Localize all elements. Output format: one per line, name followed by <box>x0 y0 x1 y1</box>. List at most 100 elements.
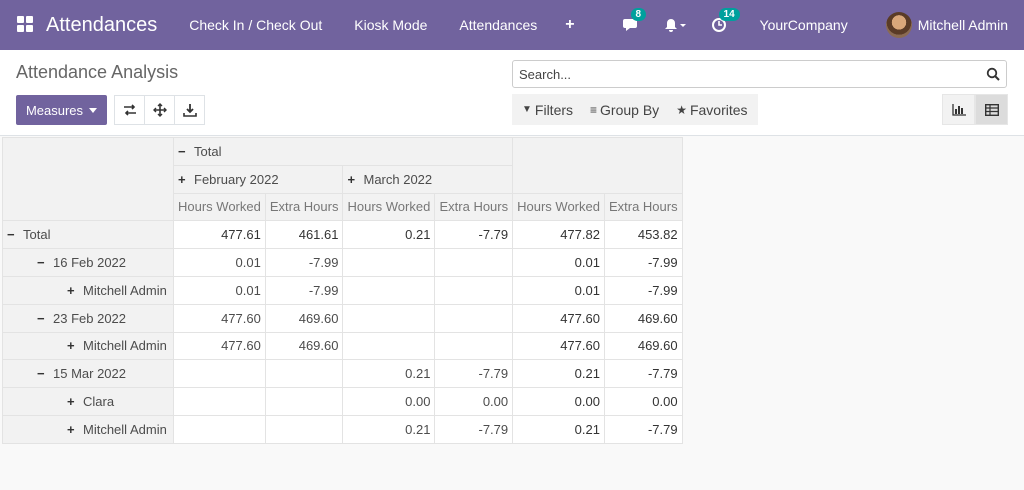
table-cell[interactable]: 477.60 <box>512 331 605 361</box>
table-cell[interactable]: 477.82 <box>512 220 605 250</box>
row-header[interactable]: + Clara <box>2 387 174 416</box>
table-row: + Mitchell Admin 0.21 -7.79 0.21 -7.79 <box>2 414 683 444</box>
col-header-feb-label: February 2022 <box>194 171 279 187</box>
measure-header[interactable]: Hours Worked <box>342 192 436 222</box>
measures-button[interactable]: Measures <box>16 95 107 125</box>
table-cell[interactable]: -7.99 <box>264 275 344 305</box>
menu-check-in-out[interactable]: Check In / Check Out <box>189 17 322 33</box>
table-cell[interactable]: 0.01 <box>512 248 605 277</box>
table-cell[interactable]: 0.21 <box>342 414 436 444</box>
col-header-feb[interactable]: + February 2022 <box>172 164 344 194</box>
row-header[interactable]: − Total <box>2 220 174 250</box>
measure-header[interactable]: Hours Worked <box>173 192 266 222</box>
apps-menu-icon[interactable] <box>0 0 46 50</box>
table-row: + Mitchell Admin 477.60 469.60 477.60 469.60 <box>2 331 683 361</box>
table-cell[interactable]: 477.60 <box>173 303 266 333</box>
table-cell[interactable] <box>342 248 436 277</box>
table-cell[interactable]: 0.01 <box>512 275 605 305</box>
table-cell[interactable] <box>173 414 266 444</box>
table-cell[interactable]: 477.61 <box>173 220 266 250</box>
table-cell[interactable]: 469.60 <box>603 331 683 361</box>
table-cell[interactable]: -7.79 <box>434 220 514 250</box>
table-cell[interactable]: -7.79 <box>603 414 683 444</box>
table-cell[interactable]: 0.00 <box>342 387 436 416</box>
table-cell[interactable]: 0.00 <box>512 387 605 416</box>
row-header-label: 15 Mar 2022 <box>53 366 126 382</box>
col-header-mar[interactable]: + March 2022 <box>342 164 514 194</box>
plus-icon[interactable]: + <box>565 16 574 34</box>
row-header[interactable]: −16 Feb 2022 <box>2 248 174 277</box>
table-cell[interactable] <box>173 387 266 416</box>
table-cell[interactable] <box>264 387 344 416</box>
table-cell[interactable]: 469.60 <box>603 303 683 333</box>
table-cell[interactable] <box>434 248 514 277</box>
measure-header[interactable]: Hours Worked <box>512 192 605 222</box>
table-cell[interactable]: -7.79 <box>434 359 514 389</box>
messages-badge: 8 <box>630 8 647 21</box>
table-cell[interactable]: 469.60 <box>264 331 344 361</box>
row-header[interactable]: + Mitchell Admin <box>2 331 174 361</box>
pivot-table: − Total + February 2022 + March 2022 Hours … <box>2 136 683 444</box>
messages-icon[interactable]: 8 <box>620 8 647 36</box>
filters-dropdown[interactable]: ▼ Filters <box>522 102 573 118</box>
table-cell[interactable]: 477.60 <box>173 331 266 361</box>
table-cell[interactable]: 477.60 <box>512 303 605 333</box>
download-button[interactable] <box>174 95 205 125</box>
col-header-total[interactable]: − Total <box>172 137 514 166</box>
bar-chart-icon <box>951 103 966 116</box>
avatar[interactable] <box>885 12 912 38</box>
table-cell[interactable]: -7.99 <box>603 275 683 305</box>
table-cell[interactable] <box>342 303 436 333</box>
favorites-label: Favorites <box>689 101 748 118</box>
table-cell[interactable]: 0.21 <box>342 359 436 389</box>
table-cell[interactable]: 453.82 <box>603 220 683 250</box>
expand-all-button[interactable] <box>144 95 175 125</box>
table-cell[interactable] <box>342 275 436 305</box>
table-cell[interactable]: 0.01 <box>173 275 266 305</box>
table-cell[interactable] <box>434 331 514 361</box>
row-header[interactable]: −23 Feb 2022 <box>2 303 174 333</box>
app-title[interactable]: Attendances <box>46 14 157 37</box>
menu-attendances[interactable]: Attendances <box>459 17 537 33</box>
graph-view-button[interactable] <box>942 94 975 125</box>
favorites-dropdown[interactable]: ★ Favorites <box>676 102 747 118</box>
pivot-view-button[interactable] <box>975 94 1008 125</box>
flip-axis-button[interactable] <box>114 95 145 125</box>
table-cell[interactable] <box>434 303 514 333</box>
table-cell[interactable]: 0.00 <box>434 387 514 416</box>
activity-clock-icon[interactable]: 14 <box>708 8 740 36</box>
table-row: −23 Feb 2022 477.60 469.60 477.60 469.60 <box>2 303 683 333</box>
table-cell[interactable]: 0.21 <box>512 414 605 444</box>
table-cell[interactable]: 461.61 <box>264 220 344 250</box>
table-cell[interactable] <box>434 275 514 305</box>
table-cell[interactable]: 0.21 <box>512 359 605 389</box>
user-menu[interactable]: Mitchell Admin <box>918 17 1008 33</box>
measure-header[interactable]: Extra Hours <box>603 192 683 222</box>
measure-header[interactable]: Extra Hours <box>264 192 344 222</box>
search-input[interactable] <box>513 61 973 87</box>
row-header[interactable]: + Mitchell Admin <box>2 275 174 305</box>
table-cell[interactable] <box>173 359 266 389</box>
measure-header[interactable]: Extra Hours <box>434 192 514 222</box>
search-icon[interactable] <box>986 67 1000 81</box>
collapse-icon: − <box>37 255 45 271</box>
table-cell[interactable]: -7.99 <box>264 248 344 277</box>
table-cell[interactable] <box>264 359 344 389</box>
table-cell[interactable] <box>342 331 436 361</box>
table-cell[interactable] <box>264 414 344 444</box>
table-cell[interactable]: 0.21 <box>342 220 436 250</box>
bell-icon[interactable] <box>660 14 690 36</box>
company-switcher[interactable]: YourCompany <box>760 17 848 33</box>
menu-kiosk-mode[interactable]: Kiosk Mode <box>354 17 427 33</box>
table-cell[interactable]: -7.99 <box>603 248 683 277</box>
row-header[interactable]: −15 Mar 2022 <box>2 359 174 389</box>
table-cell[interactable]: -7.79 <box>603 359 683 389</box>
groupby-dropdown[interactable]: ≡ Group By <box>590 102 659 118</box>
download-icon <box>182 104 197 117</box>
row-header[interactable]: + Mitchell Admin <box>2 414 174 444</box>
expand-icon: + <box>67 421 75 437</box>
table-cell[interactable]: 469.60 <box>264 303 344 333</box>
table-cell[interactable]: 0.01 <box>173 248 266 277</box>
table-cell[interactable]: -7.79 <box>434 414 514 444</box>
table-cell[interactable]: 0.00 <box>603 387 683 416</box>
